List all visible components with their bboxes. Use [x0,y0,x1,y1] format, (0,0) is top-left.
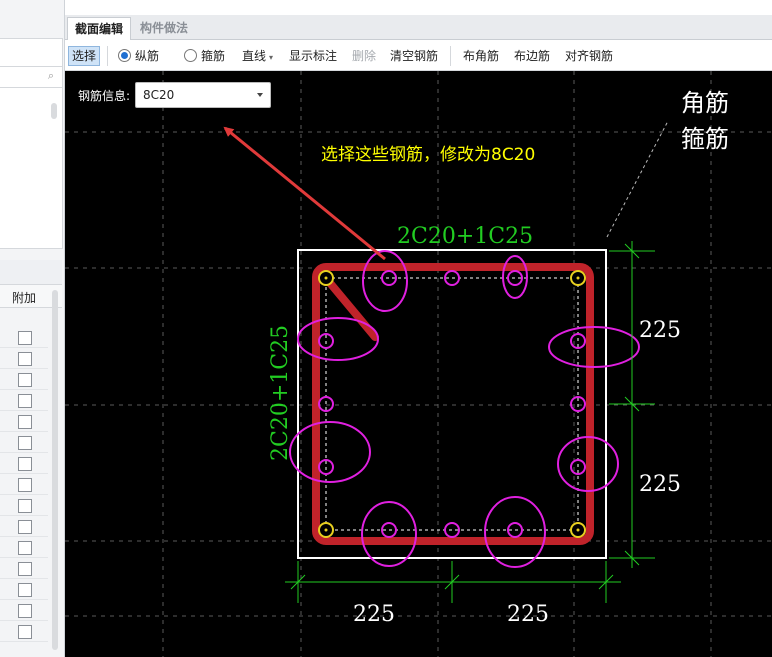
left-panel: ⌕ 附加 [0,0,65,657]
table-row-divider [0,452,48,453]
stirrup-frame[interactable] [312,263,594,545]
toolbar: 选择 纵筋 箍筋 直线 ▾ 显示标注 删除 清空钢筋 布角筋 布边筋 对齐钢筋 [65,40,772,71]
line-dropdown[interactable]: 直线 ▾ [242,47,273,65]
panel-header-strip [0,38,63,68]
stirrup-inner-line [325,277,579,531]
tree-list[interactable] [0,87,63,249]
table-row-divider [0,557,48,558]
table-row-divider [0,347,48,348]
stirrup-label: 箍筋 [201,49,226,63]
show-annotation-button[interactable]: 显示标注 [289,47,337,65]
table-row-divider [0,473,48,474]
clear-rebar-button[interactable]: 清空钢筋 [390,47,438,65]
property-checkbox[interactable] [18,562,32,576]
longitudinal-radio[interactable]: 纵筋 [118,47,159,65]
instruction-text: 选择这些钢筋，修改为8C20 [321,145,535,165]
select-button[interactable]: 选择 [68,46,101,66]
tab-component-method[interactable]: 构件做法 [133,17,195,39]
rebar-info-label: 钢筋信息: [78,89,131,103]
delete-button[interactable]: 删除 [352,47,376,65]
property-checkbox[interactable] [18,478,32,492]
property-checkbox[interactable] [18,583,32,597]
dim-right-bottom: 225 [639,472,681,497]
dim-bottom-right: 225 [507,602,549,627]
corner-bar-label: 角筋 [681,89,729,117]
tab-section-edit[interactable]: 截面编辑 [67,17,132,40]
rebar-info-value: 8C20 [143,88,175,102]
property-checkbox[interactable] [18,352,32,366]
property-scrollbar[interactable] [52,290,58,650]
property-checkbox[interactable] [18,331,32,345]
tab-bar: 截面编辑 构件做法 [65,15,772,40]
property-checkbox[interactable] [18,541,32,555]
corner-rebar-button[interactable]: 布角筋 [463,47,499,65]
table-row-divider [0,410,48,411]
rebar-info-select[interactable]: 8C20 [135,82,271,108]
edge-rebar-button[interactable]: 布边筋 [514,47,550,65]
table-row-divider [0,578,48,579]
bottom-dimension [285,561,621,603]
property-checkbox[interactable] [18,457,32,471]
radio-unchecked-icon [184,49,197,62]
drawing-canvas[interactable]: 选择这些钢筋，修改为8C20 角筋 箍筋 2C20+1C25 2C20+1C25… [65,71,772,657]
section-editor: 截面编辑 构件做法 选择 纵筋 箍筋 直线 ▾ 显示标注 删除 清空钢筋 布角筋 … [65,0,772,657]
align-rebar-button[interactable]: 对齐钢筋 [565,47,613,65]
table-row-divider [0,389,48,390]
property-checkbox[interactable] [18,394,32,408]
top-rebar-label: 2C20+1C25 [397,224,533,249]
dropdown-caret-icon: ▾ [269,53,274,62]
longitudinal-label: 纵筋 [135,49,160,63]
property-checkbox[interactable] [18,499,32,513]
select-caret-icon [257,93,263,97]
search-icon: ⌕ [47,69,54,82]
left-rebar-label: 2C20+1C25 [268,325,293,461]
stirrup-radio[interactable]: 箍筋 [184,47,225,65]
edge-bars[interactable] [318,270,586,538]
section-drawing: 选择这些钢筋，修改为8C20 角筋 箍筋 2C20+1C25 2C20+1C25… [65,71,772,657]
line-label: 直线 [242,49,267,63]
property-checkbox[interactable] [18,520,32,534]
corner-bars[interactable] [318,270,586,538]
property-checkbox[interactable] [18,415,32,429]
property-checkbox[interactable] [18,436,32,450]
leader-line [606,120,669,238]
property-checkbox[interactable] [18,604,32,618]
table-row-divider [0,368,48,369]
search-input[interactable]: ⌕ [0,66,63,88]
table-row-divider [0,515,48,516]
table-row-divider [0,536,48,537]
radio-checked-icon [118,49,131,62]
stirrup-label-annotation: 箍筋 [681,125,729,153]
scrollbar[interactable] [51,103,57,119]
property-checkbox[interactable] [18,625,32,639]
right-dimension [609,241,655,568]
table-row-divider [0,641,48,642]
property-header-bar [0,260,62,285]
table-row-divider [0,599,48,600]
table-row-divider [0,494,48,495]
table-row-divider [0,620,48,621]
column-header-extra: 附加 [12,291,37,305]
dim-bottom-left: 225 [353,602,395,627]
property-checkbox[interactable] [18,373,32,387]
corner-bar-centers [324,276,580,532]
dim-right-top: 225 [639,318,681,343]
table-row-divider [0,431,48,432]
